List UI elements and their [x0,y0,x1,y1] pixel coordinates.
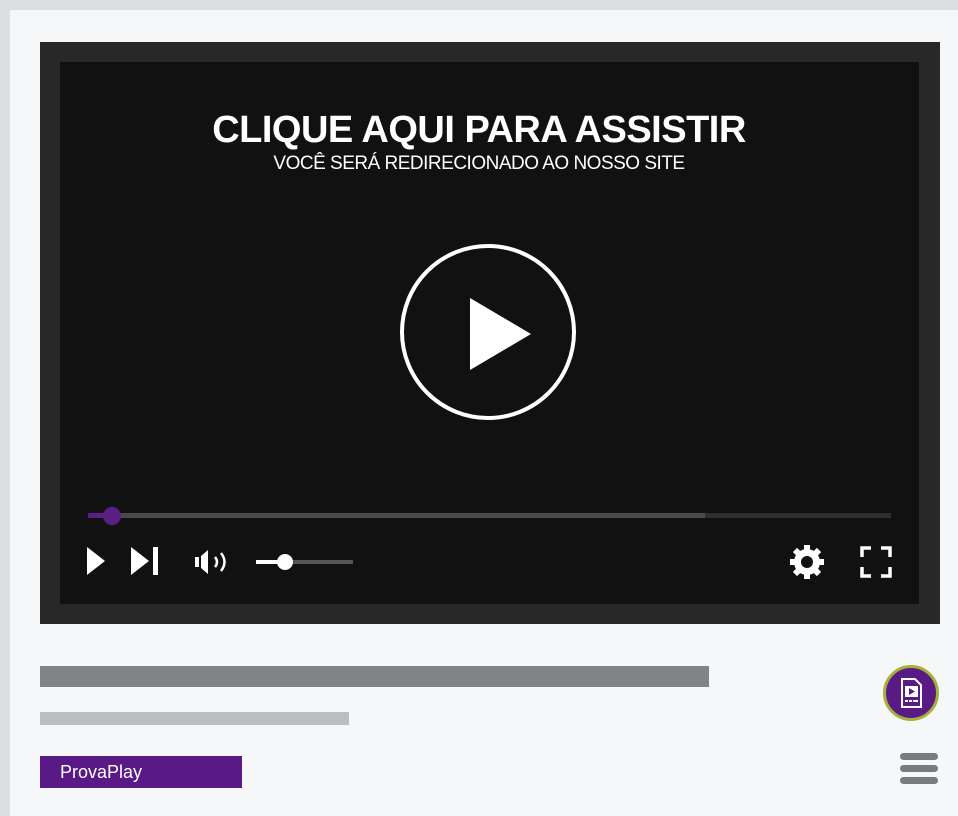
play-circle-icon [470,298,531,370]
big-play-button[interactable] [400,244,576,420]
watch-headline[interactable]: CLIQUE AQUI PARA ASSISTIR [0,108,958,152]
brand-tag[interactable]: ProvaPlay [40,756,242,788]
volume-button[interactable] [195,548,237,576]
brand-tag-label: ProvaPlay [60,762,143,782]
menu-line [900,765,938,772]
next-button[interactable] [130,546,160,576]
hamburger-menu-button[interactable] [900,753,938,785]
volume-icon [195,550,226,574]
video-subtitle-placeholder [40,712,349,725]
progress-bar[interactable] [88,507,891,525]
volume-slider[interactable] [256,554,353,570]
video-title-placeholder [40,666,709,687]
redirect-subline[interactable]: VOCÊ SERÁ REDIRECIONADO AO NOSSO SITE [0,152,958,176]
play-button[interactable] [86,546,106,576]
play-icon [87,547,105,575]
video-file-badge[interactable] [883,665,939,721]
skip-next-icon [131,547,158,575]
fullscreen-button[interactable] [860,546,892,578]
volume-slider-handle[interactable] [277,554,294,570]
menu-line [900,753,938,760]
menu-line [900,777,938,784]
fullscreen-icon [860,546,892,578]
progress-buffered [88,513,705,518]
video-file-icon [901,678,922,708]
progress-scrubber-handle[interactable] [103,507,122,525]
gear-icon [790,545,824,579]
settings-button[interactable] [789,544,825,580]
